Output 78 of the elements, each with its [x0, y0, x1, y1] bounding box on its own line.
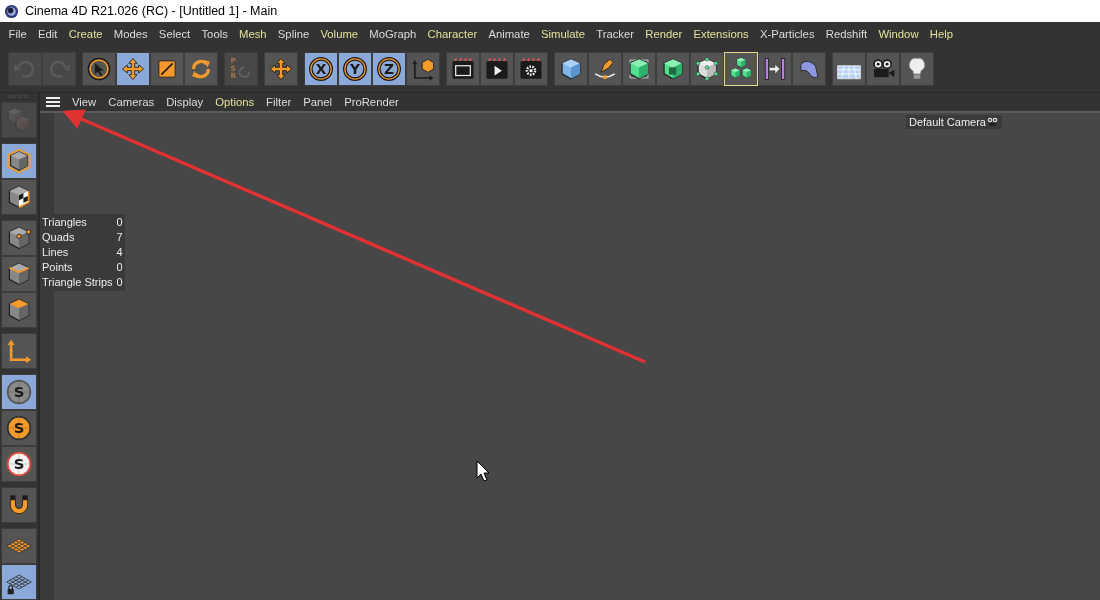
menu-item[interactable]: Character — [422, 28, 483, 40]
tool-button[interactable] — [82, 52, 116, 86]
menu-item[interactable]: Spline — [272, 28, 315, 40]
menu-item[interactable]: Help — [924, 28, 959, 40]
tool-button[interactable] — [656, 52, 690, 86]
outlined-cube-icon — [5, 147, 33, 175]
caged-cube-icon — [626, 56, 652, 82]
hollow-cube-icon — [660, 56, 686, 82]
pointer-icon — [86, 56, 112, 82]
stat-label: Triangles — [42, 215, 88, 230]
tool-button[interactable] — [480, 52, 514, 86]
clapper-play-icon — [484, 56, 510, 82]
tool-button[interactable] — [1, 179, 37, 215]
two-cubes-icon — [5, 106, 33, 134]
menu-item[interactable]: Volume — [314, 28, 364, 40]
tool-button[interactable] — [1, 564, 37, 600]
menu-item[interactable]: Options — [209, 96, 261, 108]
tool-button[interactable] — [554, 52, 588, 86]
app-logo-icon — [4, 3, 19, 19]
menu-item[interactable]: MoGraph — [363, 28, 422, 40]
tool-button[interactable] — [514, 52, 548, 86]
menu-item[interactable]: Panel — [297, 96, 339, 108]
menu-item[interactable]: Tracker — [590, 28, 640, 40]
menu-item[interactable]: Edit — [32, 28, 64, 40]
tool-button[interactable] — [832, 52, 866, 86]
menu-item[interactable]: Animate — [482, 28, 536, 40]
menu-item[interactable]: Simulate — [535, 28, 591, 40]
cube-points-icon — [694, 56, 720, 82]
axis-cube-icon — [410, 56, 436, 82]
stat-label: Quads — [42, 230, 76, 245]
menu-item[interactable]: View — [66, 96, 103, 108]
menu-item[interactable]: Mesh — [233, 28, 273, 40]
tool-button[interactable] — [900, 52, 934, 86]
menu-item[interactable]: Modes — [108, 28, 154, 40]
move-arrows-icon — [120, 56, 146, 82]
stat-label: Triangle Strips — [42, 275, 113, 290]
menu-item[interactable]: Create — [63, 28, 109, 40]
stat-value: 0 — [116, 215, 123, 230]
window-title: Cinema 4D R21.026 (RC) - [Untitled 1] - Main — [25, 4, 278, 18]
tool-button[interactable] — [758, 52, 792, 86]
tool-button[interactable] — [1, 487, 37, 523]
stat-value: 7 — [116, 230, 123, 245]
menu-item[interactable]: Redshift — [820, 28, 873, 40]
camera-name: Default Camera — [908, 116, 986, 128]
tool-button[interactable] — [690, 52, 724, 86]
tool-button[interactable] — [446, 52, 480, 86]
stat-label: Lines — [42, 245, 70, 260]
menu-item[interactable]: X-Particles — [754, 28, 821, 40]
menu-item[interactable]: Display — [160, 96, 210, 108]
stat-value: 0 — [116, 260, 123, 275]
clapper-frame-icon — [450, 56, 476, 82]
tool-button[interactable] — [406, 52, 440, 86]
menu-item[interactable]: ProRender — [338, 96, 405, 108]
axis-corner-icon — [5, 337, 33, 365]
move-arrows-icon — [268, 56, 294, 82]
menu-item[interactable]: Render — [639, 28, 688, 40]
menu-item[interactable]: Select — [153, 28, 196, 40]
cube-icon — [558, 56, 584, 82]
menu-item[interactable]: Extensions — [687, 28, 755, 40]
clapper-gear-icon — [518, 56, 544, 82]
menu-item[interactable]: File — [3, 28, 33, 40]
menu-item[interactable]: Filter — [260, 96, 298, 108]
camera-icon — [987, 117, 999, 127]
tool-button[interactable] — [1, 292, 37, 328]
tool-button[interactable] — [866, 52, 900, 86]
menu-item[interactable]: Window — [872, 28, 925, 40]
mouse-cursor-icon — [476, 460, 490, 482]
tool-button[interactable] — [264, 52, 298, 86]
bars-arrow-icon — [762, 56, 788, 82]
tool-button[interactable] — [622, 52, 656, 86]
stat-value: 0 — [116, 275, 123, 290]
stat-value: 4 — [116, 245, 123, 260]
stacked-cubes-icon — [728, 56, 754, 82]
pen-nib-icon — [592, 56, 618, 82]
stat-label: Points — [42, 260, 74, 275]
menu-item[interactable]: Cameras — [102, 96, 161, 108]
menu-item[interactable]: Tools — [195, 28, 234, 40]
menu-icon — [46, 96, 60, 108]
